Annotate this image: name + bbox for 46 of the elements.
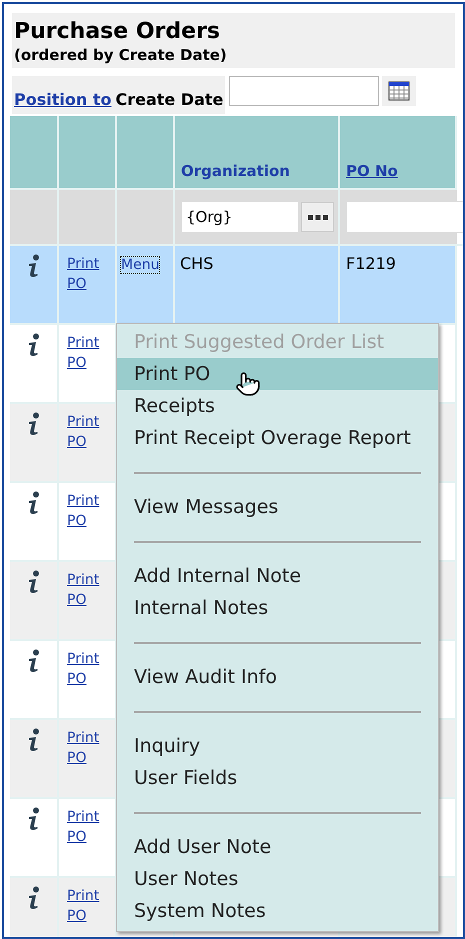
organization-filter-field[interactable]: {Org}: [181, 201, 299, 233]
print-po-link[interactable]: Print PO: [67, 570, 109, 610]
page-title: Purchase Orders: [14, 18, 222, 45]
info-icon[interactable]: [26, 728, 40, 752]
info-icon[interactable]: [26, 333, 40, 357]
menu-item[interactable]: User Notes: [117, 863, 438, 895]
print-po-link[interactable]: Print PO: [67, 728, 109, 768]
print-po-link[interactable]: Print PO: [67, 886, 109, 926]
calendar-icon[interactable]: [388, 81, 410, 101]
menu-item[interactable]: System Notes: [117, 895, 438, 927]
info-icon[interactable]: [26, 807, 40, 831]
menu-item[interactable]: User Fields: [117, 762, 438, 794]
hand-pointer-icon: [235, 370, 261, 398]
table-row[interactable]: Print PO Menu CHS F1219: [10, 246, 457, 325]
print-po-link[interactable]: Print PO: [67, 412, 109, 452]
lookup-button[interactable]: [301, 202, 334, 232]
organization-cell: CHS: [180, 254, 214, 273]
menu-item[interactable]: View Messages: [117, 491, 438, 523]
page-subtitle: (ordered by Create Date): [14, 45, 228, 65]
info-icon[interactable]: [26, 412, 40, 436]
create-date-field[interactable]: [229, 76, 380, 106]
info-icon[interactable]: [26, 254, 40, 278]
menu-item[interactable]: Print Receipt Overage Report: [117, 422, 438, 454]
ellipsis-icon: [308, 214, 328, 220]
menu-item[interactable]: Internal Notes: [117, 592, 438, 624]
info-icon[interactable]: [26, 886, 40, 910]
menu-item[interactable]: Receipts: [117, 390, 438, 422]
menu-link[interactable]: Menu: [121, 257, 160, 273]
print-po-link[interactable]: Print PO: [67, 254, 109, 294]
create-date-label: Create Date: [115, 89, 224, 111]
column-header[interactable]: PO No: [346, 160, 398, 182]
print-po-link[interactable]: Print PO: [67, 491, 109, 531]
print-po-link[interactable]: Print PO: [67, 333, 109, 373]
print-po-link[interactable]: Print PO: [67, 807, 109, 847]
menu-item[interactable]: Inquiry: [117, 730, 438, 762]
info-icon[interactable]: [26, 491, 40, 515]
print-po-link[interactable]: Print PO: [67, 649, 109, 689]
menu-item[interactable]: View Audit Info: [117, 661, 438, 693]
column-header: Organization: [181, 160, 290, 182]
info-icon[interactable]: [26, 649, 40, 673]
info-icon[interactable]: [26, 570, 40, 594]
po-number-cell: F1219: [346, 254, 396, 273]
menu-item[interactable]: Add User Note: [117, 831, 438, 863]
position-to-link[interactable]: Position to: [14, 88, 112, 112]
menu-item[interactable]: Add Internal Note: [117, 560, 438, 592]
po-number-filter-field[interactable]: [346, 201, 463, 233]
